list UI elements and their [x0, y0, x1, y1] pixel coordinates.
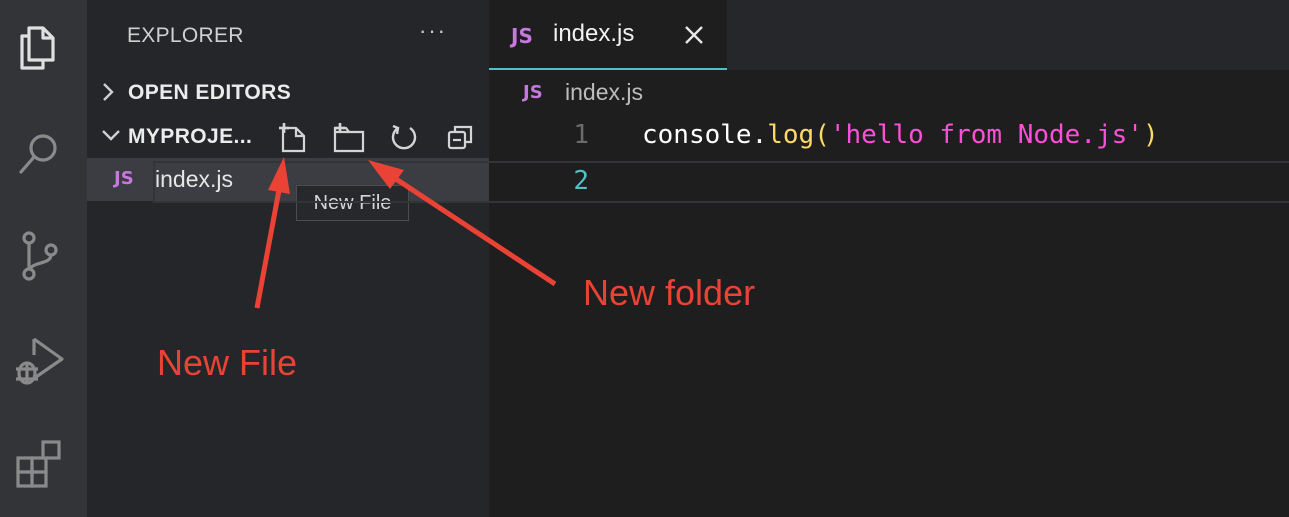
tab-bar: JS index.js: [489, 0, 1289, 70]
code-token: 'hello from Node.js': [829, 120, 1143, 150]
chevron-down-icon: [102, 130, 120, 141]
open-editors-label: OPEN EDITORS: [128, 81, 292, 104]
extensions-icon[interactable]: [11, 436, 67, 492]
breadcrumb[interactable]: JS index.js: [489, 70, 1289, 114]
tab-index-js[interactable]: JS index.js: [489, 0, 727, 70]
refresh-icon[interactable]: [389, 122, 419, 152]
activity-bar: [0, 0, 87, 517]
current-line-highlight: [153, 161, 1289, 203]
new-file-icon[interactable]: [277, 122, 309, 154]
project-section[interactable]: MYPROJE...: [87, 116, 489, 156]
breadcrumb-file: index.js: [565, 79, 643, 105]
more-actions-icon[interactable]: ···: [419, 18, 447, 44]
run-debug-icon[interactable]: [11, 333, 67, 389]
open-editors-section[interactable]: OPEN EDITORS: [87, 72, 489, 112]
new-folder-annotation: New folder: [583, 272, 756, 313]
line-content: console.log('hello from Node.js'): [642, 120, 1159, 150]
explorer-icon[interactable]: [11, 17, 67, 73]
chevron-right-icon: [103, 83, 114, 101]
js-file-icon: JS: [114, 168, 134, 189]
js-file-icon: JS: [523, 82, 543, 103]
search-icon[interactable]: [11, 126, 67, 182]
new-file-annotation: New File: [157, 342, 298, 383]
explorer-title: EXPLORER: [127, 24, 244, 47]
code-line: 1 console.log('hello from Node.js'): [489, 114, 1289, 158]
code-token: console.: [642, 120, 768, 150]
tab-label: index.js: [553, 20, 635, 47]
close-icon[interactable]: [683, 24, 705, 46]
new-folder-icon[interactable]: [332, 122, 366, 154]
collapse-all-icon[interactable]: [445, 122, 475, 152]
line-number: 1: [573, 120, 589, 150]
project-label: MYPROJE...: [128, 125, 253, 148]
code-token: ): [1142, 120, 1159, 150]
source-control-icon[interactable]: [11, 228, 67, 284]
code-token: log: [767, 120, 815, 150]
js-file-icon: JS: [511, 24, 533, 48]
explorer-sidebar: EXPLORER ··· OPEN EDITORS MYPROJE... JS …: [87, 0, 489, 517]
code-token: (: [814, 120, 830, 150]
